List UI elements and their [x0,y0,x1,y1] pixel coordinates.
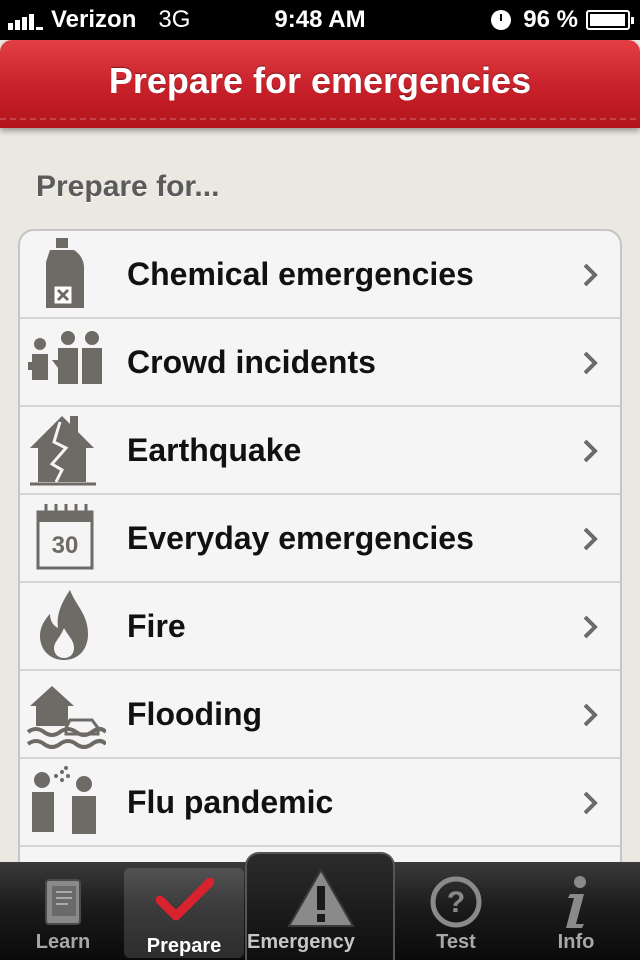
chemical-bottle-icon [20,231,110,318]
svg-text:?: ? [447,886,465,919]
battery-icon [586,10,634,30]
chevron-right-icon [583,439,598,463]
chevron-right-icon [583,791,598,815]
chevron-right-icon [583,527,598,551]
status-bar: Verizon 3G 9:48 AM 96 % [0,0,640,40]
list-item-earthquake[interactable]: Earthquake [20,407,620,495]
flu-sneeze-icon [20,758,110,846]
list-item-chemical-emergencies[interactable]: Chemical emergencies [20,231,620,319]
item-label: Chemical emergencies [127,255,474,292]
list-item-flu-pandemic[interactable]: Flu pandemic [20,759,620,847]
list-item-fire[interactable]: Fire [20,583,620,671]
item-label: Flu pandemic [127,783,334,820]
battery-percent: 96 % [523,6,578,33]
tab-learn[interactable]: Learn [4,862,122,960]
earthquake-house-icon [20,406,110,494]
item-label: Flooding [127,695,263,732]
book-icon [45,879,81,925]
chevron-right-icon [583,703,598,727]
crowd-icon [20,318,110,406]
tab-test[interactable]: ? Test [398,862,514,960]
tab-info[interactable]: Info [516,862,636,960]
battery-level [590,14,625,26]
list-item-everyday-emergencies[interactable]: 30 Everyday emergencies [20,495,620,583]
flooding-icon [20,670,110,758]
page-title: Prepare for emergencies [108,60,532,101]
warning-triangle-icon [287,868,355,927]
nav-header: Prepare for emergencies [0,40,640,128]
item-label: Earthquake [127,431,302,468]
tab-label: Learn [35,931,91,953]
list-item-crowd-incidents[interactable]: Crowd incidents [20,319,620,407]
fire-icon [20,582,110,670]
tab-label: Info [557,931,595,953]
chevron-right-icon [583,615,598,639]
tab-label: Emergency [247,931,355,953]
tab-prepare[interactable]: Prepare [124,868,244,958]
tab-label: Prepare [146,935,222,957]
question-icon: ? [430,876,482,928]
emergency-type-list: Chemical emergencies Crowd incidents Ear… [18,229,622,889]
tab-emergency[interactable]: Emergency [245,852,395,960]
list-item-flooding[interactable]: Flooding [20,671,620,759]
calendar-day: 30 [51,532,79,559]
section-heading: Prepare for... [36,170,220,203]
calendar-icon: 30 [20,494,110,582]
alarm-clock-icon [491,10,512,30]
item-label: Fire [127,607,186,644]
tab-label: Test [436,931,476,953]
item-label: Crowd incidents [127,343,376,380]
checkmark-icon [156,878,214,921]
info-icon [566,876,586,928]
chevron-right-icon [583,263,598,287]
item-label: Everyday emergencies [127,519,474,556]
chevron-right-icon [583,351,598,375]
tab-bar: Learn Prepare Emergency ? Test Info [0,852,640,960]
